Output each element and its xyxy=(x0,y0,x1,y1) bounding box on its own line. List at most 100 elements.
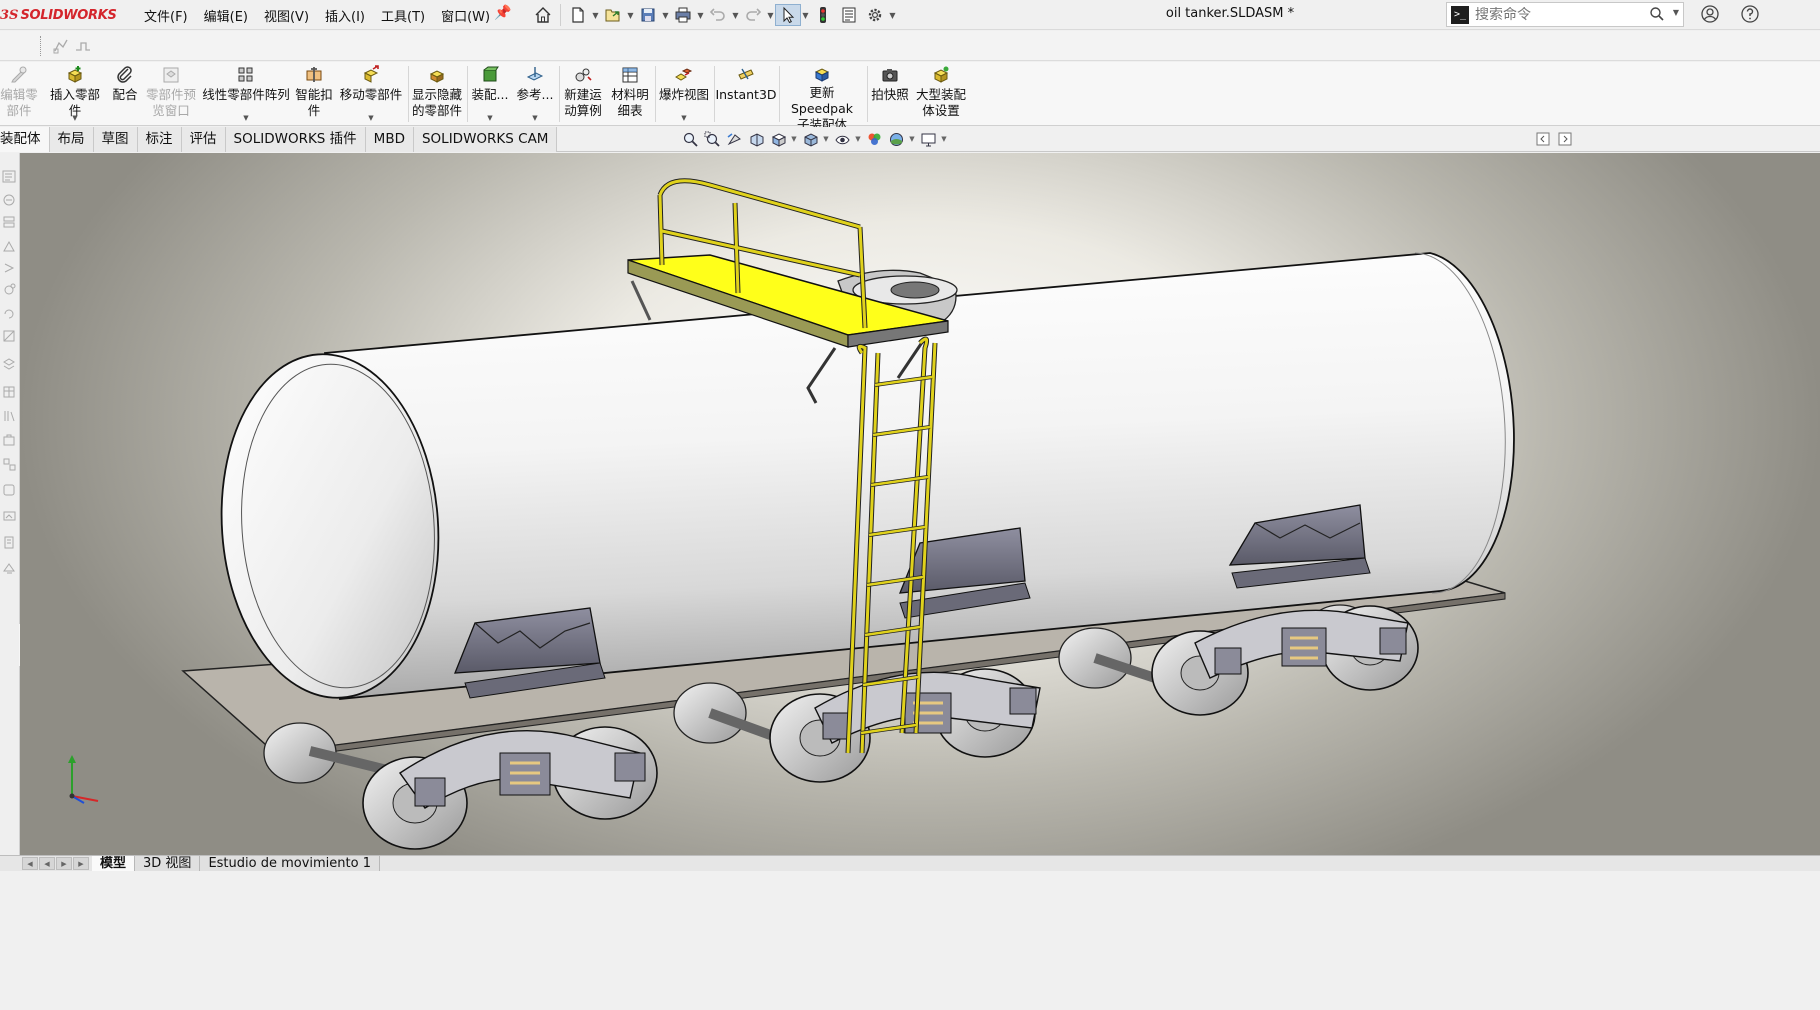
linear-component-pattern-button[interactable]: 线性零部件阵列 ▼ xyxy=(202,62,290,126)
resources-icon[interactable] xyxy=(2,433,17,448)
edit-appearance-icon[interactable] xyxy=(864,129,884,149)
component-preview-window-button[interactable]: 零部件预 览窗口 xyxy=(144,62,198,126)
assembly-features-button[interactable]: 装配... ▼ xyxy=(470,62,510,126)
tab-solidworks-addins[interactable]: SOLIDWORKS 插件 xyxy=(225,127,366,152)
tab-solidworks-cam[interactable]: SOLIDWORKS CAM xyxy=(413,127,558,152)
pin-menu-icon[interactable]: 📌 xyxy=(494,5,511,21)
assembly-features-dropdown-caret[interactable]: ▼ xyxy=(487,114,492,122)
table-icon[interactable] xyxy=(2,385,17,400)
dimxpert-icon[interactable] xyxy=(2,239,17,254)
cam-feature-tree-icon[interactable] xyxy=(2,283,17,298)
rotate-icon[interactable] xyxy=(2,307,17,322)
tab-markup[interactable]: 标注 xyxy=(137,127,182,152)
exploded-view-button[interactable]: 爆炸视图 ▼ xyxy=(656,62,712,126)
menu-insert[interactable]: 插入(I) xyxy=(317,6,373,25)
step-line-icon[interactable] xyxy=(74,37,92,55)
redo-icon[interactable] xyxy=(740,4,766,26)
new-document-icon[interactable] xyxy=(565,4,591,26)
select-dropdown-caret[interactable]: ▼ xyxy=(801,4,810,26)
display-style-icon[interactable] xyxy=(800,129,820,149)
mate-button[interactable]: 配合 xyxy=(110,62,140,126)
search-input[interactable] xyxy=(1475,6,1635,23)
view-settings-icon[interactable] xyxy=(918,129,938,149)
file-explorer-icon[interactable] xyxy=(2,457,17,472)
last-tab-arrow-icon[interactable]: ▶ xyxy=(73,857,89,870)
print-dropdown-caret[interactable]: ▼ xyxy=(696,4,705,26)
display-style-dropdown-caret[interactable]: ▼ xyxy=(822,135,830,143)
print-icon[interactable] xyxy=(670,4,696,26)
bogie-front[interactable] xyxy=(362,726,658,850)
tab-motion-study-1[interactable]: Estudio de movimiento 1 xyxy=(200,856,380,871)
search-dropdown-caret[interactable]: ▼ xyxy=(1673,8,1679,17)
view-orientation-dropdown-caret[interactable]: ▼ xyxy=(790,135,798,143)
menu-edit[interactable]: 编辑(E) xyxy=(196,6,256,25)
instant3d-button[interactable]: Instant3D xyxy=(715,62,777,126)
select-arrow-icon[interactable] xyxy=(775,4,801,26)
open-icon[interactable] xyxy=(600,4,626,26)
traffic-light-icon[interactable] xyxy=(810,4,836,26)
undo-icon[interactable] xyxy=(705,4,731,26)
view-palette-icon[interactable] xyxy=(2,483,17,498)
zoom-to-area-icon[interactable] xyxy=(702,129,722,149)
expand-panel-icon[interactable] xyxy=(1558,132,1572,146)
file-properties-icon[interactable] xyxy=(836,4,862,26)
menu-tools[interactable]: 工具(T) xyxy=(373,6,433,25)
display-manager-icon[interactable] xyxy=(2,261,17,276)
apply-scene-icon[interactable] xyxy=(886,129,906,149)
property-manager-icon[interactable] xyxy=(2,193,17,208)
save-dropdown-caret[interactable]: ▼ xyxy=(661,4,670,26)
layers-icon[interactable] xyxy=(2,357,17,372)
help-icon[interactable] xyxy=(1740,4,1760,24)
smart-fasteners-button[interactable]: 智能扣 件 xyxy=(294,62,334,126)
menu-window[interactable]: 窗口(W) xyxy=(433,6,498,25)
home-icon[interactable] xyxy=(530,4,556,26)
section-view-icon[interactable] xyxy=(746,129,766,149)
insert-components-dropdown-caret[interactable]: ▼ xyxy=(72,114,77,122)
view-settings-dropdown-caret[interactable]: ▼ xyxy=(940,135,948,143)
exploded-view-dropdown-caret[interactable]: ▼ xyxy=(681,114,686,122)
large-assembly-settings-button[interactable]: 大型装配 体设置 xyxy=(914,62,968,126)
move-component-dropdown-caret[interactable]: ▼ xyxy=(368,114,373,122)
save-icon[interactable] xyxy=(635,4,661,26)
configuration-manager-icon[interactable] xyxy=(2,215,17,230)
solidworks-forum-icon[interactable] xyxy=(2,561,17,576)
previous-view-icon[interactable] xyxy=(724,129,744,149)
custom-properties-icon[interactable] xyxy=(2,535,17,550)
user-account-icon[interactable] xyxy=(1700,4,1720,24)
menu-view[interactable]: 视图(V) xyxy=(256,6,317,25)
open-dropdown-caret[interactable]: ▼ xyxy=(626,4,635,26)
view-orientation-icon[interactable] xyxy=(768,129,788,149)
toolbar-grip[interactable] xyxy=(40,36,42,56)
feature-tree-icon[interactable] xyxy=(2,169,17,184)
insert-components-button[interactable]: 插入零部件 ▼ xyxy=(44,62,106,126)
bill-of-materials-button[interactable]: 材料明 细表 xyxy=(608,62,652,126)
reference-geometry-dropdown-caret[interactable]: ▼ xyxy=(532,114,537,122)
apply-scene-dropdown-caret[interactable]: ▼ xyxy=(908,135,916,143)
tab-sketch[interactable]: 草图 xyxy=(93,127,138,152)
undo-dropdown-caret[interactable]: ▼ xyxy=(731,4,740,26)
redo-dropdown-caret[interactable]: ▼ xyxy=(766,4,775,26)
solidworks-logo[interactable]: 3S SOLIDWORKS xyxy=(0,5,117,25)
collapse-panel-icon[interactable] xyxy=(1536,132,1550,146)
search-commands-box[interactable]: >_ ▼ xyxy=(1446,2,1684,27)
oil-tanker-model[interactable] xyxy=(20,153,1820,855)
prev-tab-arrow-icon[interactable]: ◀ xyxy=(39,857,55,870)
first-tab-arrow-icon[interactable]: ◀ xyxy=(22,857,38,870)
library-icon[interactable] xyxy=(2,409,17,424)
show-hidden-components-button[interactable]: 显示隐藏 的零部件 xyxy=(410,62,464,126)
tab-3d-views[interactable]: 3D 视图 xyxy=(135,856,201,871)
zoom-to-fit-icon[interactable] xyxy=(680,129,700,149)
search-icon[interactable] xyxy=(1649,6,1665,22)
tab-assembly[interactable]: 装配体 xyxy=(0,127,50,152)
linear-pattern-dropdown-caret[interactable]: ▼ xyxy=(243,114,248,122)
hide-show-items-icon[interactable] xyxy=(832,129,852,149)
graphics-area[interactable] xyxy=(20,153,1820,855)
move-component-button[interactable]: 移动零部件 ▼ xyxy=(338,62,404,126)
tab-evaluate[interactable]: 评估 xyxy=(181,127,226,152)
appearance-icon[interactable] xyxy=(2,329,17,344)
new-motion-study-button[interactable]: 新建运 动算例 xyxy=(561,62,605,126)
edit-component-button[interactable]: 编辑零 部件 xyxy=(0,62,38,126)
take-snapshot-button[interactable]: 拍快照 xyxy=(869,62,911,126)
tab-layout[interactable]: 布局 xyxy=(49,127,94,152)
update-speedpak-button[interactable]: 更新 Speedpak 子装配体 xyxy=(780,62,864,132)
